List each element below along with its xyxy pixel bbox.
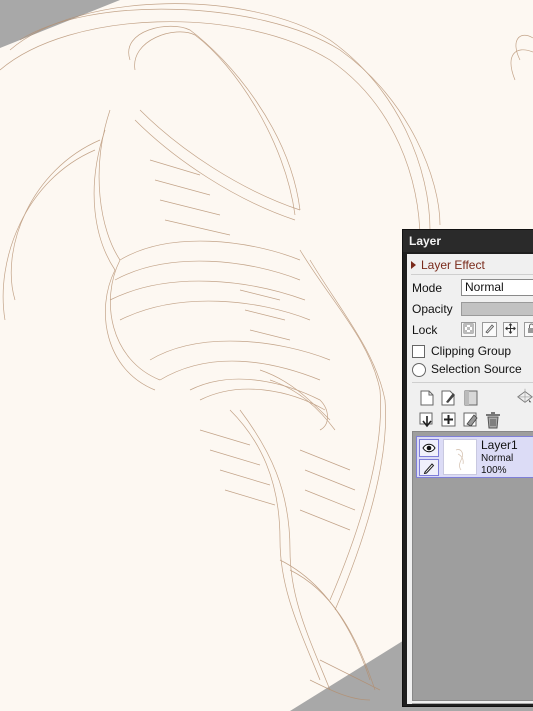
lock-paint-icon[interactable] (482, 322, 497, 337)
blend-mode-select[interactable]: Normal (461, 279, 533, 296)
layer-row-layer1[interactable]: Layer1 Normal 100% (416, 436, 533, 478)
layer-panel: Layer Layer Effect Mode Normal Opacity L… (402, 229, 533, 707)
mode-label: Mode (412, 281, 443, 295)
expand-triangle-icon (411, 260, 416, 269)
mode-row: Mode Normal (412, 278, 533, 298)
layer-effect-label: Layer Effect (421, 258, 485, 272)
delete-layer-icon[interactable] (484, 411, 502, 429)
selection-source-label: Selection Source (431, 362, 522, 376)
new-vector-layer-icon[interactable] (440, 389, 458, 407)
merge-down-icon[interactable] (418, 411, 436, 429)
opacity-row: Opacity (412, 299, 533, 319)
visibility-eye-icon[interactable] (419, 439, 439, 457)
layer-toolbar (412, 382, 533, 430)
clipping-group-row[interactable]: Clipping Group (412, 341, 533, 361)
layer-effect-toggle[interactable]: Layer Effect (411, 255, 533, 275)
clipping-group-label: Clipping Group (431, 344, 512, 358)
lock-transparency-icon[interactable] (461, 322, 476, 337)
layer-panel-title[interactable]: Layer (403, 230, 533, 252)
layer-thumbnail (443, 439, 477, 475)
opacity-slider[interactable] (461, 302, 533, 316)
new-folder-icon[interactable] (462, 389, 480, 407)
clipping-group-checkbox[interactable] (412, 345, 425, 358)
lock-all-icon[interactable] (524, 322, 533, 337)
layer-blend-mode: Normal (481, 453, 514, 464)
layer-list[interactable]: Layer1 Normal 100% (412, 431, 533, 701)
layer-panel-body: Layer Effect Mode Normal Opacity Lock Cl… (407, 254, 533, 704)
clear-layer-icon[interactable] (462, 411, 480, 429)
selection-source-radio[interactable] (412, 363, 426, 377)
selection-source-row[interactable]: Selection Source (412, 359, 533, 379)
layer-list-scrollbar[interactable]: ◂ (412, 703, 533, 704)
merge-visible-icon[interactable] (440, 411, 458, 429)
opacity-label: Opacity (412, 302, 453, 316)
new-layer-icon[interactable] (418, 389, 436, 407)
layer-name: Layer1 (481, 438, 518, 452)
layer-opacity-value: 100% (481, 465, 507, 476)
layer-settings-icon[interactable] (516, 387, 533, 405)
lock-row: Lock (412, 320, 533, 340)
lock-move-icon[interactable] (503, 322, 518, 337)
layer-edit-pencil-icon[interactable] (419, 459, 439, 476)
lock-label: Lock (412, 323, 438, 337)
